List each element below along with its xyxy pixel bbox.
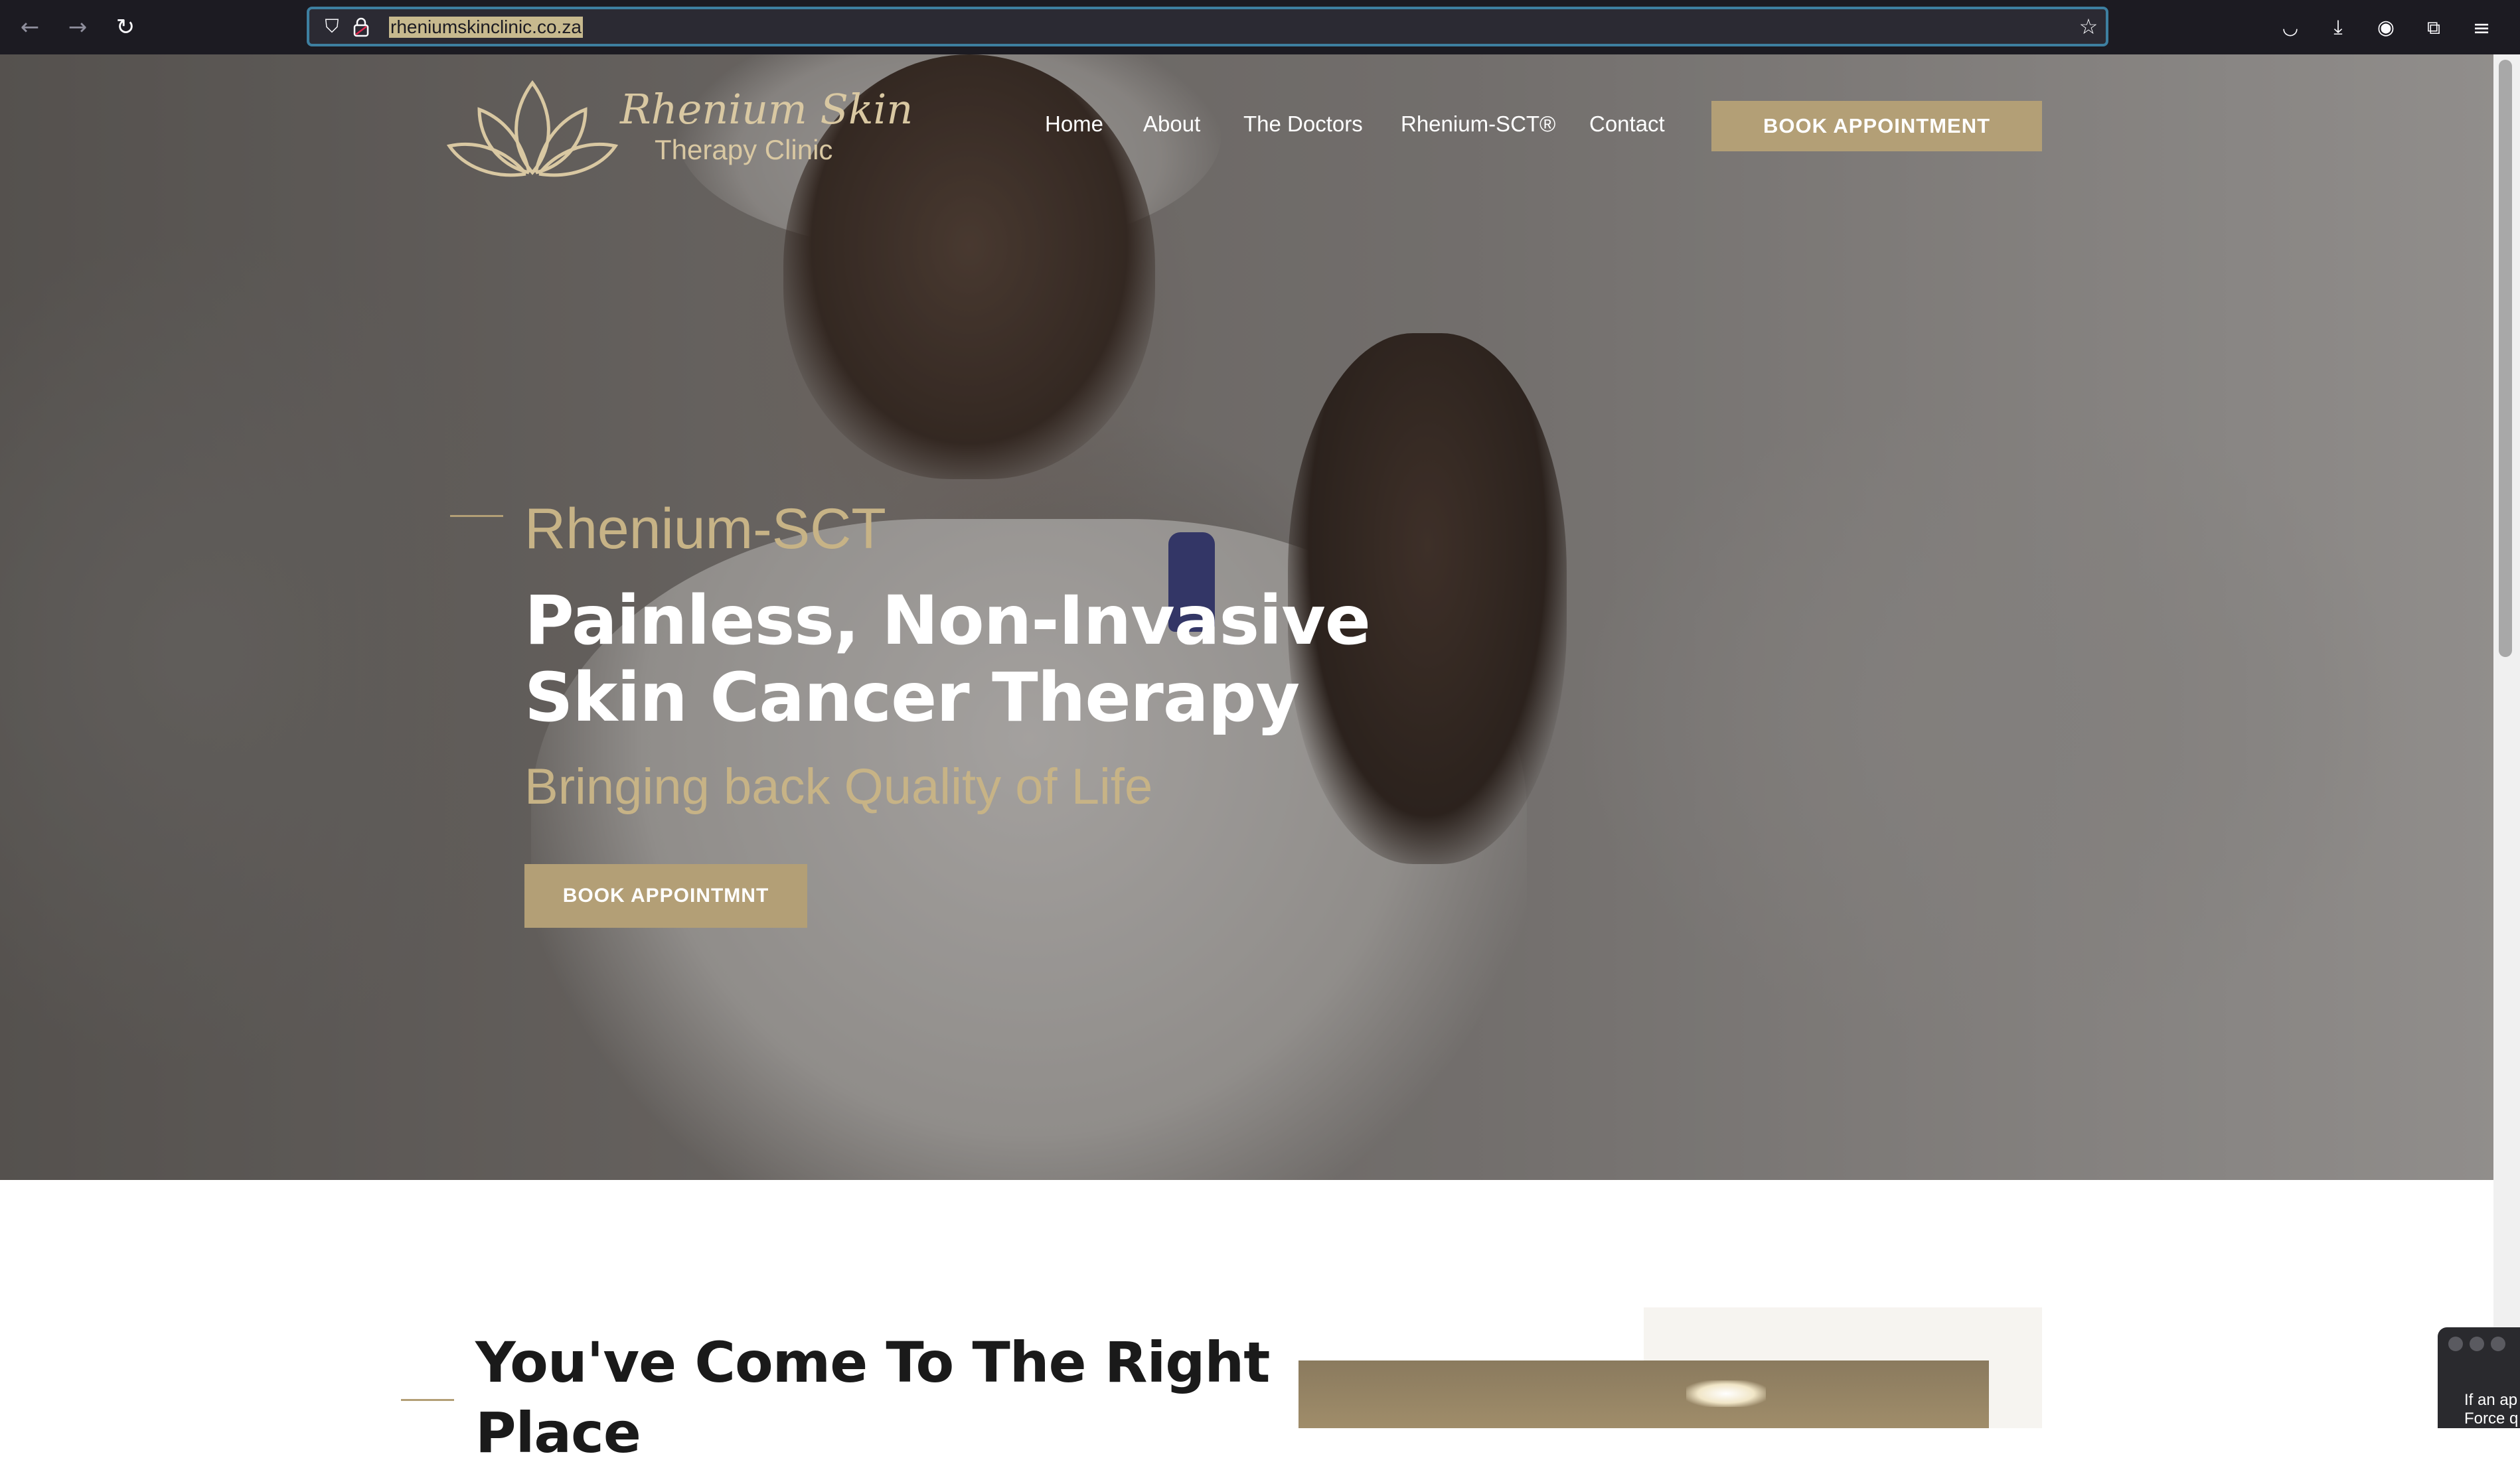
hero-title: Painless, Non-Invasive Skin Cancer Thera… <box>524 583 1387 737</box>
url-text[interactable]: rheniumskinclinic.co.za <box>389 17 583 38</box>
forward-icon[interactable]: → <box>62 12 93 42</box>
hero-title-line-1: Painless, Non-Invasive <box>524 581 1371 660</box>
hero-tagline: Bringing back Quality of Life <box>524 759 1153 815</box>
star-icon[interactable]: ☆ <box>2074 12 2103 41</box>
clinic-interior-image <box>1299 1360 1989 1428</box>
popup-close-button[interactable] <box>2448 1337 2463 1351</box>
section-accent-line <box>401 1399 454 1401</box>
browser-toolbar: ← → ↻ ⛉ rheniumskinclinic.co.za ☆ ◡ ⤓ ◉ … <box>0 0 2520 54</box>
nav-item-about[interactable]: About <box>1143 111 1200 137</box>
section-title-line-1: You've Come To The Right <box>475 1330 1270 1395</box>
book-appointment-button[interactable]: BOOK APPOINTMENT <box>1711 101 2042 151</box>
hero-accent-line <box>450 515 503 517</box>
hero-kicker: Rhenium-SCT <box>524 497 886 561</box>
hero-title-line-2: Skin Cancer Therapy <box>524 658 1300 737</box>
lotus-logo-icon[interactable] <box>446 73 619 179</box>
back-icon[interactable]: ← <box>15 12 45 42</box>
menu-icon[interactable]: ≡ <box>2467 13 2496 42</box>
account-icon[interactable]: ◉ <box>2371 13 2401 42</box>
pocket-icon[interactable]: ◡ <box>2276 13 2305 42</box>
system-popup-window[interactable]: If an ap Force q <box>2438 1327 2520 1428</box>
hero-book-appointment-button[interactable]: BOOK APPOINTMNT <box>524 864 807 928</box>
section-title: You've Come To The Right Place <box>475 1327 1305 1468</box>
nav-item-home[interactable]: Home <box>1045 111 1103 137</box>
address-bar[interactable]: ⛉ rheniumskinclinic.co.za ☆ <box>307 7 2108 46</box>
popup-message-line-1: If an ap <box>2464 1391 2518 1409</box>
popup-minimize-button[interactable] <box>2470 1337 2484 1351</box>
shield-icon[interactable]: ⛉ <box>319 13 345 40</box>
popup-message-line-2: Force q <box>2464 1410 2519 1428</box>
extensions-icon[interactable]: ⧉ <box>2419 13 2448 42</box>
download-icon[interactable]: ⤓ <box>2323 13 2353 42</box>
scrollbar-thumb[interactable] <box>2499 60 2512 657</box>
nav-item-contact[interactable]: Contact <box>1589 111 1665 137</box>
ceiling-light <box>1686 1380 1766 1407</box>
popup-zoom-button[interactable] <box>2491 1337 2505 1351</box>
logo-subtitle[interactable]: Therapy Clinic <box>655 134 832 166</box>
popup-message: If an ap Force q <box>2464 1391 2518 1428</box>
nav-item-the-doctors[interactable]: The Doctors <box>1243 111 1363 137</box>
logo-brand-name[interactable]: Rhenium Skin <box>620 85 913 133</box>
section-title-line-2: Place <box>475 1400 641 1465</box>
reload-icon[interactable]: ↻ <box>110 12 141 42</box>
nav-item-rhenium-sct[interactable]: Rhenium-SCT® <box>1401 111 1555 137</box>
lock-icon[interactable] <box>353 17 369 37</box>
